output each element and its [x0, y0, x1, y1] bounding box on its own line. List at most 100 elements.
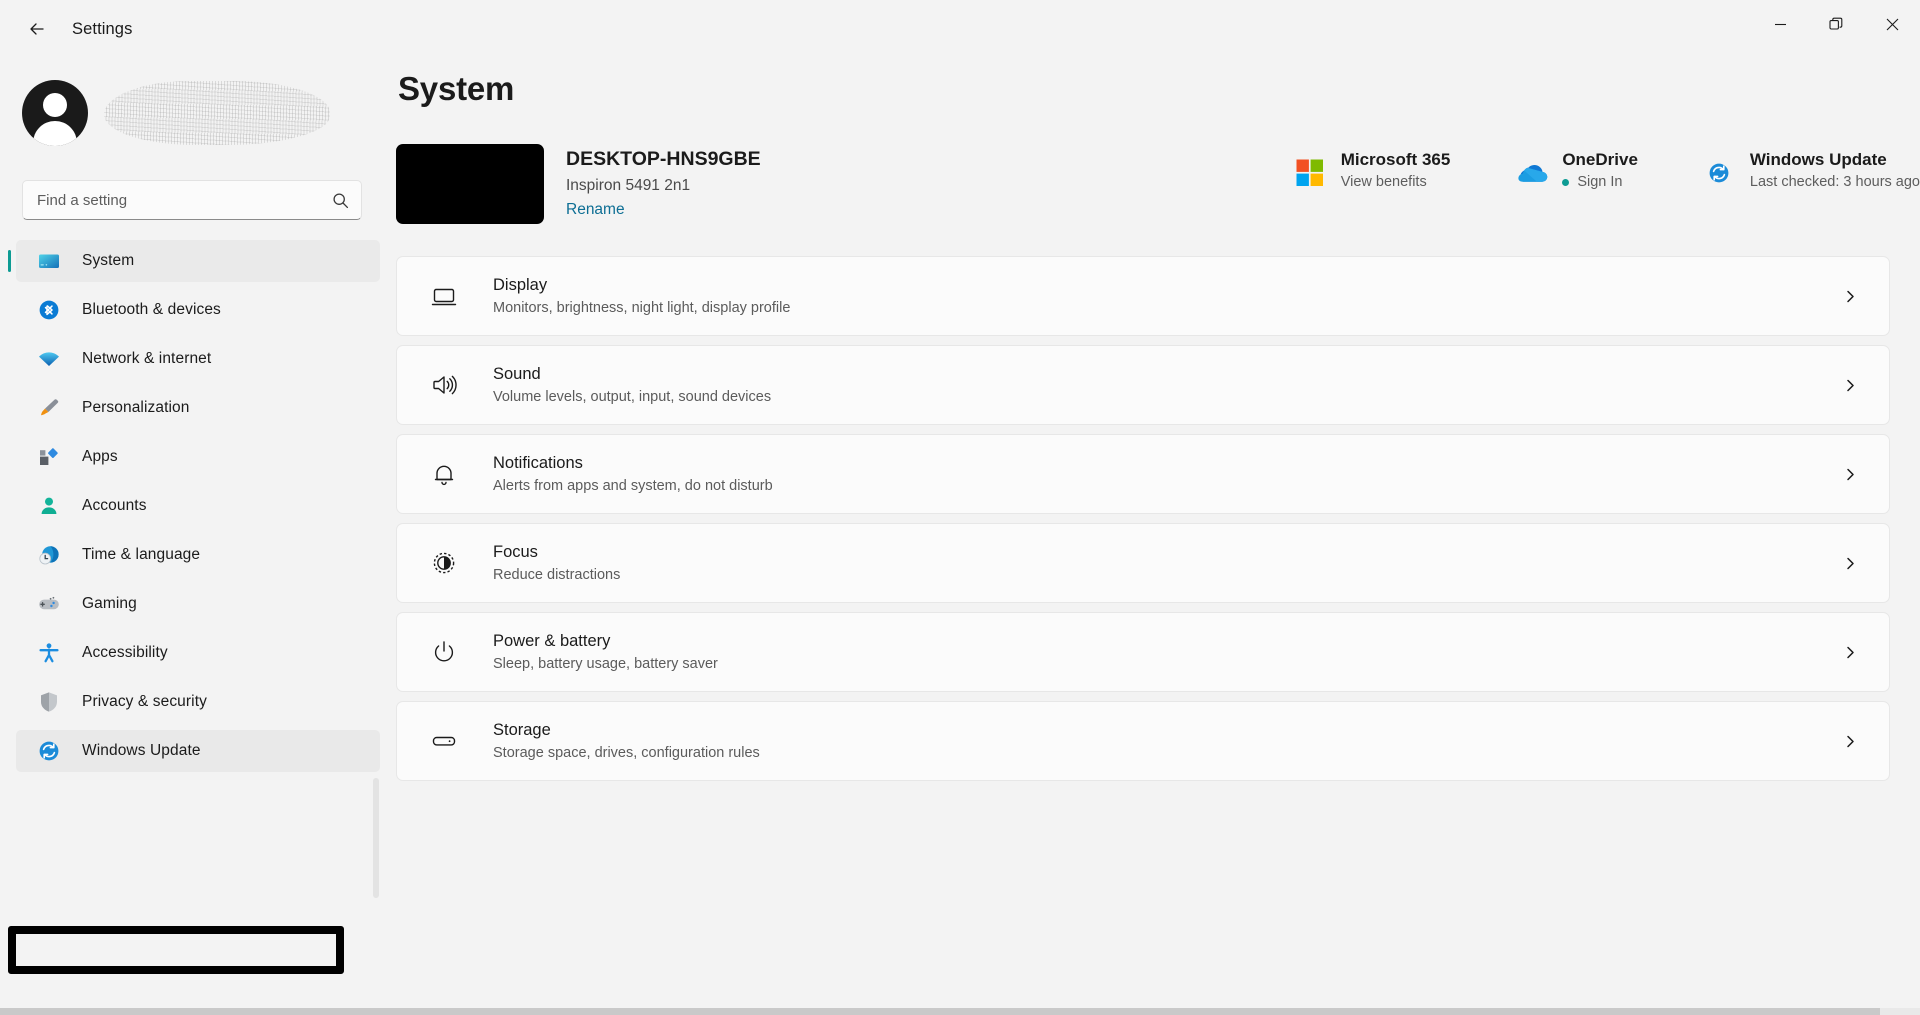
sidebar-item-label: Gaming — [82, 595, 137, 612]
user-name-redacted — [104, 81, 330, 145]
card-title: Sound — [493, 365, 541, 383]
status-windows-update[interactable]: Windows Update Last checked: 3 hours ago — [1702, 150, 1920, 190]
device-thumbnail-redacted — [396, 144, 544, 224]
horizontal-scrollbar[interactable] — [0, 1008, 1920, 1015]
microsoft-logo-icon — [1296, 159, 1323, 186]
sidebar-item-network-internet[interactable]: Network & internet — [16, 338, 380, 380]
status-text: Windows Update Last checked: 3 hours ago — [1750, 150, 1920, 190]
card-title: Storage — [493, 721, 551, 739]
sidebar-item-bluetooth-devices[interactable]: Bluetooth & devices — [16, 289, 380, 331]
accessibility-icon — [36, 640, 62, 666]
close-icon — [1886, 18, 1898, 30]
card-title: Display — [493, 276, 548, 294]
card-focus[interactable]: Focus Reduce distractions — [396, 523, 1890, 603]
user-profile[interactable] — [0, 58, 396, 162]
title-bar: Settings — [0, 0, 1920, 58]
person-icon — [36, 493, 62, 519]
card-subtitle: Reduce distractions — [493, 567, 621, 583]
status-title: Microsoft 365 — [1340, 150, 1451, 169]
status-microsoft-365[interactable]: Microsoft 365 View benefits — [1293, 150, 1451, 190]
accessibility-icon — [39, 643, 59, 663]
card-subtitle: Alerts from apps and system, do not dist… — [493, 478, 773, 494]
sidebar-item-label: Accessibility — [82, 644, 168, 661]
chevron-right-icon — [1835, 378, 1865, 393]
status-onedrive[interactable]: OneDrive Sign In — [1514, 150, 1638, 190]
status-title: OneDrive — [1562, 150, 1638, 169]
app-title: Settings — [72, 19, 133, 38]
sidebar-item-label: Accounts — [82, 497, 147, 514]
search-input[interactable] — [37, 191, 332, 209]
card-title: Notifications — [493, 454, 583, 472]
sidebar-item-time-language[interactable]: Time & language — [16, 534, 380, 576]
paintbrush-icon — [41, 399, 59, 416]
sidebar-nav-list: System Bluetooth & devices Network & int… — [0, 240, 396, 772]
focus-icon — [427, 546, 461, 580]
sidebar-item-accounts[interactable]: Accounts — [16, 485, 380, 527]
device-model: Inspiron 5491 2n1 — [566, 177, 691, 194]
sidebar-item-privacy-security[interactable]: Privacy & security — [16, 681, 380, 723]
sidebar-scrollbar[interactable] — [373, 778, 379, 898]
sidebar-item-system[interactable]: System — [8, 240, 380, 282]
horizontal-scrollbar-thumb[interactable] — [0, 1008, 1880, 1015]
chevron-right-icon — [1835, 734, 1865, 749]
sidebar-item-label: Apps — [82, 448, 118, 465]
bluetooth-icon — [36, 297, 62, 323]
minimize-button[interactable] — [1752, 0, 1808, 48]
card-notifications[interactable]: Notifications Alerts from apps and system… — [396, 434, 1890, 514]
close-button[interactable] — [1864, 0, 1920, 48]
settings-card-list: Display Monitors, brightness, night light… — [396, 256, 1920, 781]
sidebar-item-label: System — [82, 252, 135, 269]
sidebar-item-apps[interactable]: Apps — [16, 436, 380, 478]
drive-icon — [427, 724, 461, 758]
card-sound[interactable]: Sound Volume levels, output, input, sound… — [396, 345, 1890, 425]
card-title: Power & battery — [493, 632, 611, 650]
clock-globe-icon — [39, 546, 59, 565]
page-title: System — [398, 70, 515, 107]
sidebar-item-label: Network & internet — [82, 350, 212, 367]
monitor-icon — [36, 248, 62, 274]
sidebar-item-windows-update[interactable]: Windows Update — [16, 730, 380, 772]
rename-link[interactable]: Rename — [566, 201, 625, 219]
update-refresh-icon — [1709, 163, 1729, 183]
card-storage[interactable]: Storage Storage space, drives, configurat… — [396, 701, 1890, 781]
chevron-right-icon — [1835, 289, 1865, 304]
windows-update-highlight-box — [8, 926, 344, 974]
restore-icon — [1829, 17, 1843, 30]
bluetooth-icon — [39, 300, 59, 320]
sidebar-item-accessibility[interactable]: Accessibility — [16, 632, 380, 674]
apps-icon — [40, 448, 58, 465]
chevron-right-icon — [1835, 645, 1865, 660]
search-box[interactable] — [22, 180, 362, 220]
settings-window: Settings Find a setting System Bluetooth… — [0, 0, 1920, 1015]
wifi-icon — [39, 352, 59, 366]
sidebar-item-gaming[interactable]: Gaming — [16, 583, 380, 625]
restore-button[interactable] — [1808, 0, 1864, 48]
update-refresh-icon — [36, 738, 62, 764]
onedrive-cloud-icon — [1518, 165, 1548, 182]
card-text: Power & battery Sleep, battery usage, bat… — [493, 632, 1835, 672]
card-power-battery[interactable]: Power & battery Sleep, battery usage, bat… — [396, 612, 1890, 692]
chevron-right-icon — [1835, 556, 1865, 571]
main-content: System DESKTOP-HNS9GBE Inspiron 5491 2n1… — [396, 58, 1920, 1015]
card-title: Focus — [493, 543, 538, 561]
sidebar-item-label: Personalization — [82, 399, 190, 416]
card-display[interactable]: Display Monitors, brightness, night light… — [396, 256, 1890, 336]
card-subtitle: Sleep, battery usage, battery saver — [493, 656, 718, 672]
status-text: OneDrive Sign In — [1562, 150, 1638, 190]
status-sub: View benefits — [1340, 174, 1427, 190]
status-sub-row: View benefits — [1341, 174, 1451, 190]
paintbrush-icon — [36, 395, 62, 421]
card-subtitle: Monitors, brightness, night light, displ… — [493, 300, 791, 316]
wifi-icon — [36, 346, 62, 372]
monitor-icon — [39, 254, 59, 268]
back-button[interactable] — [14, 9, 60, 49]
device-meta: DESKTOP-HNS9GBE Inspiron 5491 2n1 Rename — [566, 144, 761, 219]
shield-icon — [41, 692, 57, 712]
card-text: Focus Reduce distractions — [493, 543, 1835, 583]
status-title: Windows Update — [1749, 150, 1887, 169]
back-arrow-icon — [30, 23, 44, 35]
status-text: Microsoft 365 View benefits — [1341, 150, 1451, 190]
sidebar-item-personalization[interactable]: Personalization — [16, 387, 380, 429]
sidebar-item-label: Bluetooth & devices — [82, 301, 221, 318]
status-dot — [1562, 178, 1570, 186]
